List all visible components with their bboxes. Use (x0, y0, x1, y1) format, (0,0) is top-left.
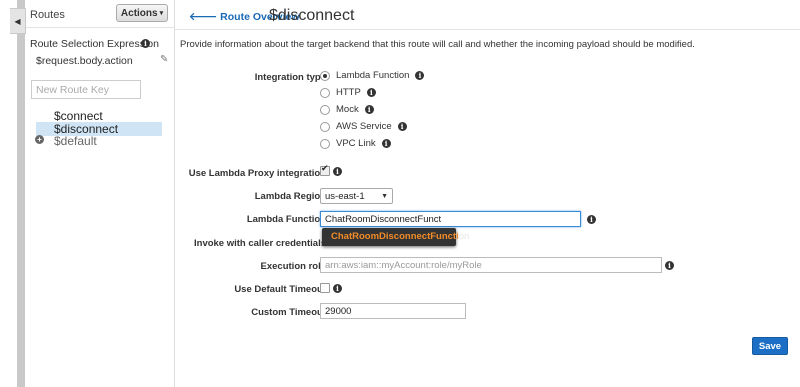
info-icon[interactable]: i (415, 71, 425, 80)
main-panel: 🡐 Route Overview $disconnect Provide inf… (175, 0, 800, 387)
lambda-region-select[interactable]: us-east-1 ▼ (320, 188, 393, 204)
radio-label: Lambda Function (336, 70, 410, 81)
radio-button[interactable] (320, 138, 330, 149)
page-description: Provide information about the target bac… (180, 39, 695, 50)
proxy-integration-checkbox[interactable] (320, 164, 330, 176)
info-icon[interactable]: i (366, 88, 376, 97)
left-gutter: ◀ (0, 0, 26, 387)
gutter-bar (17, 0, 25, 387)
info-icon[interactable]: i (141, 39, 150, 48)
sidebar-divider (26, 27, 174, 28)
radio-button[interactable] (320, 121, 330, 132)
lambda-function-label: Lambda Function (246, 214, 326, 225)
default-timeout-checkbox[interactable] (320, 283, 330, 293)
chevron-down-icon: ▼ (381, 192, 388, 200)
header-divider (175, 29, 800, 30)
caller-credentials-label: Invoke with caller credentials (194, 238, 326, 249)
info-icon[interactable]: i (381, 139, 391, 148)
actions-button[interactable]: Actions ▾ (116, 4, 168, 22)
radio-lambda-function[interactable]: Lambda Function i (320, 70, 425, 81)
arrow-left-icon: 🡐 (189, 11, 218, 23)
proxy-integration-label: Use Lambda Proxy integration (188, 168, 326, 179)
new-route-key-input[interactable] (31, 80, 141, 99)
default-timeout-row: i (320, 283, 342, 293)
radio-http[interactable]: HTTP i (320, 87, 376, 98)
info-icon[interactable]: i (397, 122, 407, 131)
radio-button[interactable] (320, 104, 330, 115)
lambda-region-value: us-east-1 (325, 190, 365, 202)
autocomplete-match: ChatRoomDisconnectFuncti (331, 231, 459, 242)
route-item-connect[interactable]: $connect (54, 109, 103, 123)
caret-left-icon: ◀ (14, 16, 21, 26)
integration-type-label: Integration type (254, 72, 326, 83)
lambda-function-input[interactable] (320, 211, 581, 227)
radio-button[interactable] (320, 70, 330, 81)
info-icon[interactable]: i (587, 215, 596, 224)
execution-role-input[interactable] (320, 257, 662, 273)
plus-icon[interactable]: + (35, 135, 44, 144)
custom-timeout-label: Custom Timeout (251, 307, 326, 318)
info-icon[interactable]: i (364, 105, 374, 114)
radio-button[interactable] (320, 87, 330, 98)
execution-role-label: Execution role (260, 261, 326, 272)
default-timeout-label: Use Default Timeout (234, 284, 326, 295)
radio-label: Mock (336, 104, 359, 115)
actions-label: Actions (120, 7, 158, 19)
route-item-default[interactable]: $default (54, 134, 97, 148)
info-icon[interactable]: i (333, 166, 342, 176)
radio-label: AWS Service (336, 121, 392, 132)
routes-sidebar: Routes Actions ▾ Route Selection Expressi… (26, 0, 175, 387)
page-title: $disconnect (269, 7, 355, 24)
save-button[interactable]: Save (752, 337, 788, 355)
info-icon[interactable]: i (665, 261, 674, 270)
autocomplete-suggestion[interactable]: ChatRoomDisconnectFunction (322, 228, 469, 246)
custom-timeout-input[interactable] (320, 303, 466, 319)
radio-vpc-link[interactable]: VPC Link i (320, 138, 391, 149)
autocomplete-rest: on (458, 231, 470, 242)
radio-mock[interactable]: Mock i (320, 104, 374, 115)
chevron-down-icon: ▾ (159, 10, 164, 17)
radio-label: HTTP (336, 87, 361, 98)
radio-label: VPC Link (336, 138, 376, 149)
info-icon[interactable]: i (333, 283, 342, 293)
pencil-icon[interactable]: ✎ (160, 54, 168, 65)
radio-aws-service[interactable]: AWS Service i (320, 121, 407, 132)
routes-heading: Routes (30, 9, 65, 21)
lambda-region-label: Lambda Region (254, 191, 326, 202)
proxy-integration-row: i (320, 164, 342, 176)
route-selection-label: Route Selection Expression (30, 38, 159, 50)
collapse-sidebar-button[interactable]: ◀ (10, 8, 26, 34)
route-selection-value: $request.body.action (36, 55, 133, 67)
